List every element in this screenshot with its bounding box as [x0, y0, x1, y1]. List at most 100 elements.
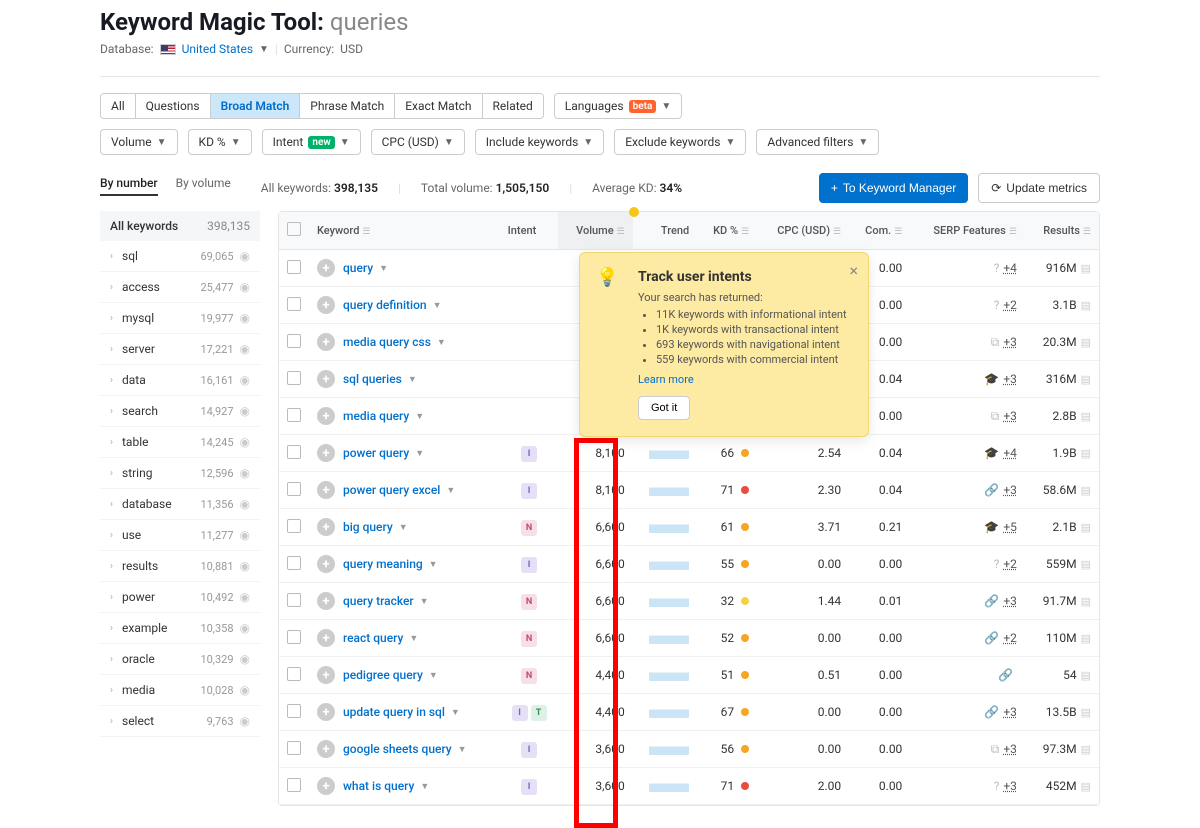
eye-icon[interactable]: ◉: [240, 528, 250, 542]
eye-icon[interactable]: ◉: [240, 280, 250, 294]
sidebar-item-power[interactable]: ›power10,492◉: [100, 582, 260, 613]
serp-count[interactable]: +3: [1003, 594, 1017, 608]
serp-count[interactable]: +3: [1003, 705, 1017, 719]
sidebar-item-oracle[interactable]: ›oracle10,329◉: [100, 644, 260, 675]
row-checkbox[interactable]: [287, 445, 301, 459]
serp-count[interactable]: +3: [1003, 409, 1017, 423]
eye-icon[interactable]: ◉: [240, 249, 250, 263]
results-icon[interactable]: ▤: [1081, 299, 1091, 312]
serp-count[interactable]: +3: [1003, 335, 1017, 349]
view-tab-by-number[interactable]: By number: [100, 176, 158, 196]
col-intent[interactable]: Intent: [500, 212, 559, 250]
sidebar-item-use[interactable]: ›use11,277◉: [100, 520, 260, 551]
results-icon[interactable]: ▤: [1081, 743, 1091, 756]
sidebar-item-sql[interactable]: ›sql69,065◉: [100, 241, 260, 272]
col-kd[interactable]: KD %☰: [697, 212, 757, 250]
row-checkbox[interactable]: [287, 778, 301, 792]
match-tab-broad-match[interactable]: Broad Match: [211, 94, 301, 118]
eye-icon[interactable]: ◉: [240, 466, 250, 480]
filter-volume[interactable]: Volume▼: [100, 129, 178, 155]
keyword-link[interactable]: power query: [343, 446, 409, 460]
add-keyword-button[interactable]: +: [317, 518, 335, 536]
col-serp[interactable]: SERP Features☰: [910, 212, 1025, 250]
add-keyword-button[interactable]: +: [317, 592, 335, 610]
languages-filter[interactable]: Languages beta ▼: [554, 93, 682, 119]
results-icon[interactable]: ▤: [1081, 632, 1091, 645]
eye-icon[interactable]: ◉: [240, 621, 250, 635]
serp-count[interactable]: +4: [1003, 261, 1017, 275]
add-keyword-button[interactable]: +: [317, 259, 335, 277]
results-icon[interactable]: ▤: [1081, 669, 1091, 682]
eye-icon[interactable]: ◉: [240, 497, 250, 511]
select-all-checkbox[interactable]: [287, 222, 301, 236]
sidebar-item-select[interactable]: ›select9,763◉: [100, 706, 260, 737]
row-checkbox[interactable]: [287, 334, 301, 348]
match-tab-exact-match[interactable]: Exact Match: [395, 94, 482, 118]
row-checkbox[interactable]: [287, 371, 301, 385]
add-keyword-button[interactable]: +: [317, 555, 335, 573]
serp-count[interactable]: +2: [1003, 557, 1017, 571]
results-icon[interactable]: ▤: [1081, 595, 1091, 608]
add-keyword-button[interactable]: +: [317, 296, 335, 314]
results-icon[interactable]: ▤: [1081, 410, 1091, 423]
serp-count[interactable]: +2: [1003, 631, 1017, 645]
sidebar-item-media[interactable]: ›media10,028◉: [100, 675, 260, 706]
col-volume[interactable]: Volume☰: [558, 212, 632, 250]
got-it-button[interactable]: Got it: [638, 396, 690, 420]
add-keyword-button[interactable]: +: [317, 444, 335, 462]
sidebar-all-keywords[interactable]: All keywords 398,135: [100, 211, 260, 241]
eye-icon[interactable]: ◉: [240, 342, 250, 356]
chevron-down-icon[interactable]: ▼: [429, 559, 438, 570]
row-checkbox[interactable]: [287, 408, 301, 422]
serp-count[interactable]: +3: [1003, 742, 1017, 756]
keyword-link[interactable]: power query excel: [343, 483, 440, 497]
close-icon[interactable]: ×: [849, 261, 858, 280]
keyword-link[interactable]: update query in sql: [343, 705, 445, 719]
serp-count[interactable]: +3: [1003, 779, 1017, 793]
filter-cpc-usd-[interactable]: CPC (USD)▼: [371, 129, 465, 155]
results-icon[interactable]: ▤: [1081, 558, 1091, 571]
results-icon[interactable]: ▤: [1081, 706, 1091, 719]
add-keyword-button[interactable]: +: [317, 703, 335, 721]
row-checkbox[interactable]: [287, 482, 301, 496]
chevron-down-icon[interactable]: ▼: [420, 781, 429, 792]
eye-icon[interactable]: ◉: [240, 404, 250, 418]
sidebar-item-table[interactable]: ›table14,245◉: [100, 427, 260, 458]
sidebar-item-database[interactable]: ›database11,356◉: [100, 489, 260, 520]
eye-icon[interactable]: ◉: [240, 373, 250, 387]
row-checkbox[interactable]: [287, 741, 301, 755]
chevron-down-icon[interactable]: ▼: [433, 300, 442, 311]
update-metrics-button[interactable]: ⟳Update metrics: [978, 173, 1100, 203]
col-com[interactable]: Com.☰: [849, 212, 910, 250]
chevron-down-icon[interactable]: ▼: [259, 44, 269, 55]
add-keyword-button[interactable]: +: [317, 777, 335, 795]
chevron-down-icon[interactable]: ▼: [409, 633, 418, 644]
row-checkbox[interactable]: [287, 519, 301, 533]
chevron-down-icon[interactable]: ▼: [446, 485, 455, 496]
sidebar-item-mysql[interactable]: ›mysql19,977◉: [100, 303, 260, 334]
keyword-link[interactable]: react query: [343, 631, 403, 645]
results-icon[interactable]: ▤: [1081, 484, 1091, 497]
add-keyword-button[interactable]: +: [317, 666, 335, 684]
keyword-link[interactable]: sql queries: [343, 372, 402, 386]
chevron-down-icon[interactable]: ▼: [415, 411, 424, 422]
eye-icon[interactable]: ◉: [240, 559, 250, 573]
view-tab-by-volume[interactable]: By volume: [176, 176, 231, 196]
serp-count[interactable]: +2: [1003, 298, 1017, 312]
add-keyword-button[interactable]: +: [317, 370, 335, 388]
chevron-down-icon[interactable]: ▼: [379, 263, 388, 274]
keyword-link[interactable]: media query css: [343, 335, 431, 349]
sidebar-item-results[interactable]: ›results10,881◉: [100, 551, 260, 582]
row-checkbox[interactable]: [287, 593, 301, 607]
serp-count[interactable]: +3: [1003, 372, 1017, 386]
serp-count[interactable]: +3: [1003, 483, 1017, 497]
keyword-link[interactable]: what is query: [343, 779, 414, 793]
results-icon[interactable]: ▤: [1081, 521, 1091, 534]
add-keyword-button[interactable]: +: [317, 481, 335, 499]
filter-kd-[interactable]: KD %▼: [188, 129, 252, 155]
chevron-down-icon[interactable]: ▼: [408, 374, 417, 385]
keyword-link[interactable]: query definition: [343, 298, 427, 312]
filter-exclude-keywords[interactable]: Exclude keywords▼: [614, 129, 746, 155]
to-keyword-manager-button[interactable]: +To Keyword Manager: [819, 173, 968, 203]
row-checkbox[interactable]: [287, 556, 301, 570]
